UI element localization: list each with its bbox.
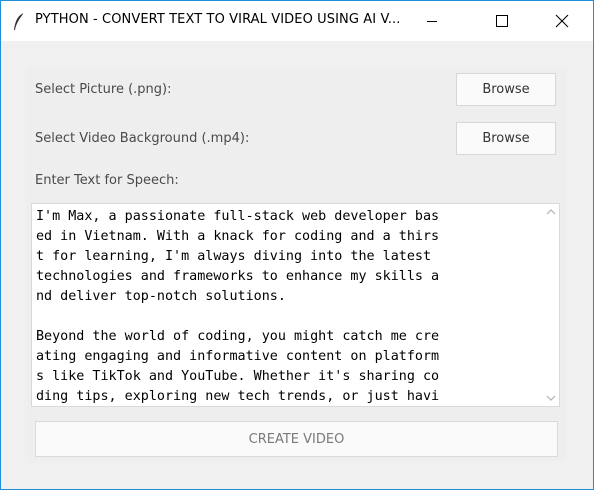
speech-text-label: Enter Text for Speech:: [35, 173, 179, 188]
close-icon: [555, 14, 569, 28]
minimize-button[interactable]: [409, 1, 455, 41]
close-button[interactable]: [539, 1, 585, 41]
window-title: PYTHON - CONVERT TEXT TO VIRAL VIDEO USI…: [35, 12, 401, 27]
speech-text-content[interactable]: I'm Max, a passionate full-stack web dev…: [36, 207, 541, 406]
chevron-down-icon: [546, 395, 556, 401]
form-panel: Select Picture (.png): Browse Select Vid…: [27, 68, 566, 462]
feather-icon: [14, 12, 25, 30]
create-video-button[interactable]: CREATE VIDEO: [35, 421, 558, 457]
minimize-icon: [427, 21, 437, 22]
video-label: Select Video Background (.mp4):: [35, 131, 250, 146]
maximize-icon: [496, 15, 508, 27]
chevron-up-icon: [546, 209, 556, 215]
browse-picture-button[interactable]: Browse: [456, 73, 556, 106]
title-bar[interactable]: PYTHON - CONVERT TEXT TO VIRAL VIDEO USI…: [1, 1, 593, 41]
maximize-button[interactable]: [479, 1, 525, 41]
scroll-up-button[interactable]: [544, 206, 558, 218]
browse-video-button[interactable]: Browse: [456, 122, 556, 155]
app-window: PYTHON - CONVERT TEXT TO VIRAL VIDEO USI…: [0, 0, 594, 490]
picture-label: Select Picture (.png):: [35, 82, 172, 97]
speech-text-area[interactable]: I'm Max, a passionate full-stack web dev…: [31, 203, 560, 407]
scroll-down-button[interactable]: [544, 392, 558, 404]
